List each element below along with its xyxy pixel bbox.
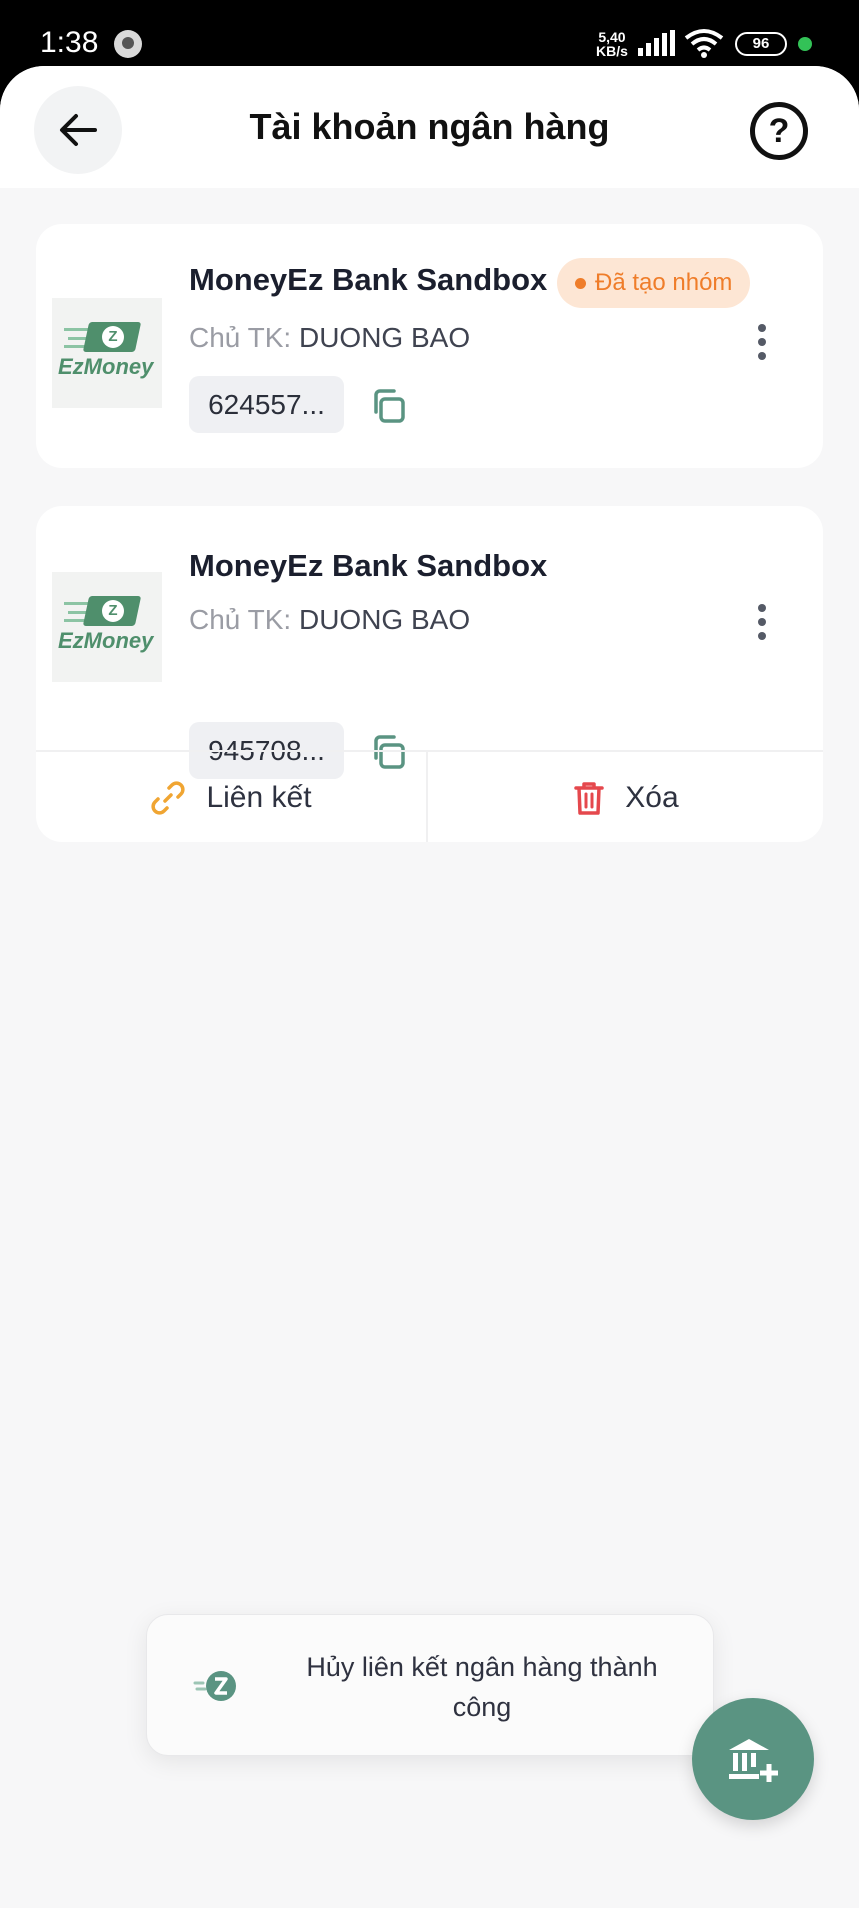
more-options-icon[interactable] (756, 324, 768, 364)
owner-label: Chủ TK: (189, 322, 292, 353)
status-badge-label: Đã tạo nhóm (595, 269, 733, 296)
owner-name: DUONG BAO (298, 604, 471, 635)
bank-accounts-screen: Tài khoản ngân hàng ? EzMoney MoneyEz Ba… (0, 66, 859, 1908)
page-title: Tài khoản ngân hàng (249, 106, 610, 147)
bank-add-icon (729, 1739, 778, 1782)
bank-logo-text: EzMoney (58, 354, 154, 379)
card-actions: Liên kết Xóa (36, 750, 823, 842)
top-bar: Tài khoản ngân hàng ? (0, 66, 859, 188)
account-number: 624557... (189, 376, 344, 433)
bank-logo: EzMoney (52, 298, 162, 408)
battery-indicator: 96 (735, 32, 787, 56)
link-icon (151, 781, 185, 815)
owner-label: Chủ TK: (189, 604, 292, 635)
network-speed: 5,40 KB/s (596, 30, 628, 58)
link-button-label: Liên kết (206, 781, 312, 814)
bank-logo-text: EzMoney (58, 628, 154, 653)
delete-button[interactable]: Xóa (430, 752, 822, 842)
badge-dot (575, 278, 586, 289)
delete-button-label: Xóa (625, 781, 679, 814)
question-circle-icon[interactable]: ? (750, 102, 808, 160)
add-bank-button[interactable] (692, 1698, 814, 1820)
bank-logo: EzMoney (52, 572, 162, 682)
wifi-icon (684, 29, 724, 58)
owner-name: DUONG BAO (298, 322, 471, 353)
link-button[interactable]: Liên kết (36, 752, 428, 842)
signal-icon (638, 30, 675, 56)
toast-message: Hủy liên kết ngân hàng thành công (306, 1652, 658, 1722)
network-speed-unit: KB/s (596, 43, 628, 59)
status-badge: Đã tạo nhóm (557, 258, 751, 308)
app-logo-icon (193, 1671, 236, 1701)
bank-account-card[interactable]: EzMoney MoneyEz Bank Sandbox Chủ TK: DUO… (36, 506, 823, 842)
bank-name: MoneyEz Bank Sandbox (189, 548, 548, 583)
privacy-indicator-dot (798, 37, 812, 51)
logo-mark (82, 596, 142, 626)
copy-icon[interactable] (368, 386, 408, 426)
more-options-icon[interactable] (756, 604, 768, 644)
bank-account-card[interactable]: EzMoney MoneyEz Bank Sandbox Đã tạo nhóm… (36, 224, 823, 468)
trash-icon (574, 782, 605, 815)
bank-name: MoneyEz Bank Sandbox (189, 262, 548, 297)
logo-mark (82, 322, 142, 352)
app-notification-icon (114, 30, 142, 58)
status-time: 1:38 (40, 26, 99, 59)
account-owner: Chủ TK: DUONG BAO (189, 604, 470, 636)
toast-notification: Hủy liên kết ngân hàng thành công (146, 1614, 714, 1756)
account-owner: Chủ TK: DUONG BAO (189, 322, 470, 354)
network-speed-value: 5,40 (598, 29, 626, 45)
